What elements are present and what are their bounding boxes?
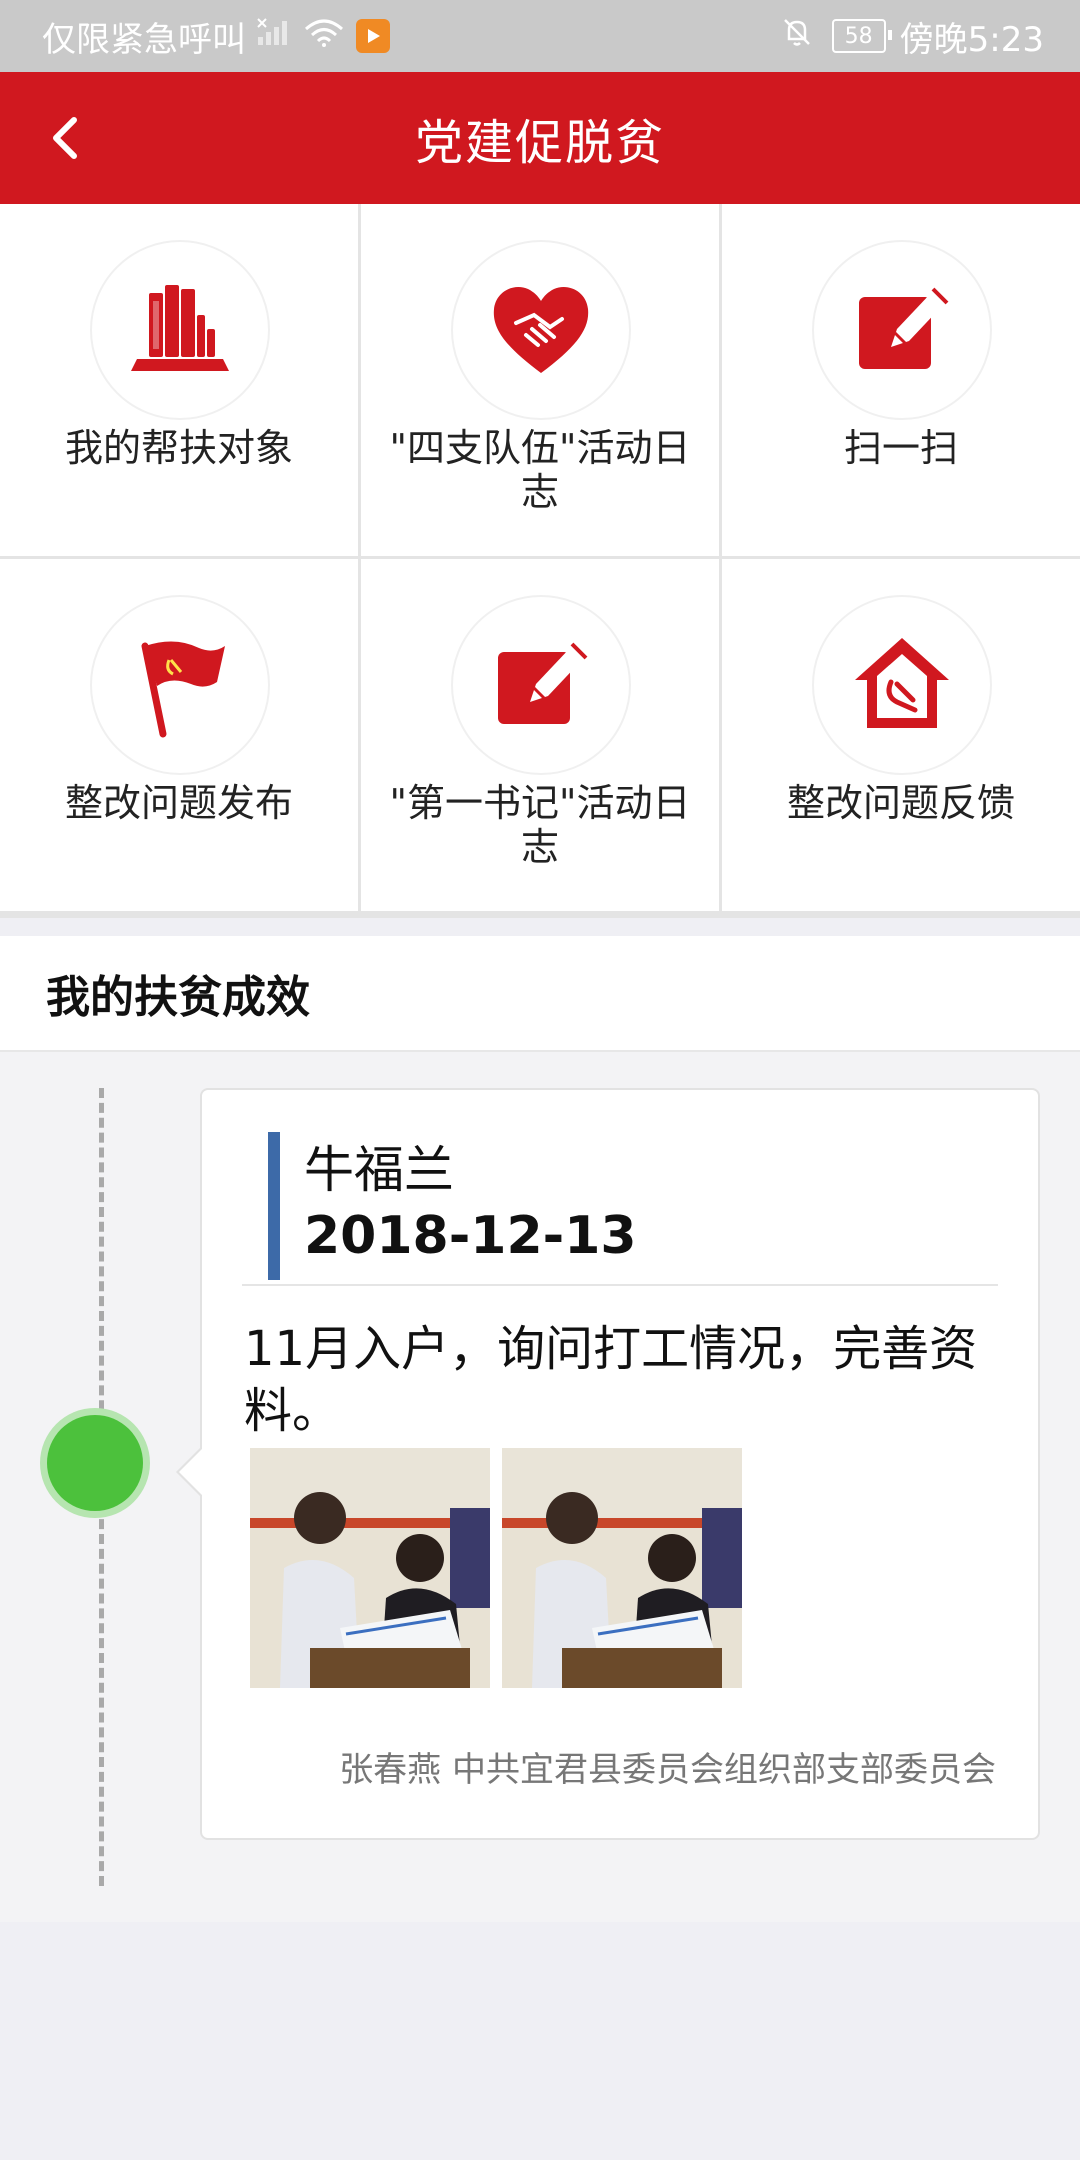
beneficiary-name: 牛福兰 bbox=[304, 1141, 454, 1199]
carrier-text: 仅限紧急呼叫 bbox=[42, 19, 246, 60]
app-bar: 党建促脱贫 bbox=[0, 72, 1080, 204]
photo-thumbnail[interactable] bbox=[502, 1448, 742, 1688]
timeline-dot-inner bbox=[47, 1415, 143, 1511]
mute-icon bbox=[780, 15, 814, 58]
timeline: 牛福兰 2018-12-13 11月入户，询问打工情况，完善资料。 张春燕 中共… bbox=[0, 1052, 1080, 1922]
app-notification-icon bbox=[356, 19, 390, 53]
grid-item-rectification-publish[interactable]: 整改问题发布 bbox=[0, 559, 358, 911]
grid-item-label: 整改问题反馈 bbox=[786, 781, 1015, 825]
grid-item-rectification-feedback[interactable]: 整改问题反馈 bbox=[722, 559, 1080, 911]
timeline-card[interactable]: 牛福兰 2018-12-13 11月入户，询问打工情况，完善资料。 张春燕 中共… bbox=[176, 1088, 1040, 1840]
card-divider bbox=[242, 1284, 998, 1286]
section-title: 我的扶贫成效 bbox=[46, 972, 310, 1023]
heart-handshake-icon bbox=[451, 240, 631, 420]
edit-icon bbox=[451, 595, 631, 775]
grid-item-scan[interactable]: 扫一扫 bbox=[722, 204, 1080, 556]
grid-item-first-secretary-log[interactable]: "第一书记"活动日志 bbox=[361, 559, 719, 911]
clock: 傍晚5:23 bbox=[899, 19, 1044, 60]
function-grid: 我的帮扶对象 "四支队伍"活动日志 扫一扫 整改问题发布 "第一书记"活动日志 … bbox=[0, 204, 1080, 918]
grid-item-help-targets[interactable]: 我的帮扶对象 bbox=[0, 204, 358, 556]
signal-icon bbox=[256, 16, 292, 56]
entry-description: 11月入户，询问打工情况，完善资料。 bbox=[244, 1321, 978, 1439]
status-left: 仅限紧急呼叫 bbox=[42, 0, 390, 72]
photo-thumbnail[interactable] bbox=[250, 1448, 490, 1688]
timeline-dot bbox=[40, 1408, 150, 1518]
grid-item-label: "第一书记"活动日志 bbox=[389, 781, 691, 869]
party-house-icon bbox=[812, 595, 992, 775]
party-flag-icon bbox=[90, 595, 270, 775]
status-right: 58 傍晚5:23 bbox=[780, 0, 1044, 72]
entry-date: 2018-12-13 bbox=[304, 1206, 637, 1266]
grid-item-label: 我的帮扶对象 bbox=[64, 426, 293, 470]
battery-level: 58 bbox=[844, 23, 873, 49]
status-bar: 仅限紧急呼叫 58 傍晚5:23 bbox=[0, 0, 1080, 72]
grid-item-label: 整改问题发布 bbox=[64, 781, 293, 825]
photo-list bbox=[250, 1448, 742, 1688]
card-accent-bar bbox=[268, 1132, 280, 1280]
section-header: 我的扶贫成效 bbox=[0, 936, 1080, 1052]
edit-icon bbox=[812, 240, 992, 420]
entry-author: 张春燕 中共宜君县委员会组织部支部委员会 bbox=[339, 1750, 996, 1790]
card-pointer-fill bbox=[179, 1448, 203, 1496]
grid-item-four-teams-log[interactable]: "四支队伍"活动日志 bbox=[361, 204, 719, 556]
grid-item-label: 扫一扫 bbox=[843, 426, 958, 470]
books-icon bbox=[90, 240, 270, 420]
page-title: 党建促脱贫 bbox=[414, 115, 665, 171]
battery-icon: 58 bbox=[831, 19, 892, 53]
grid-item-label: "四支队伍"活动日志 bbox=[389, 426, 691, 514]
wifi-icon bbox=[302, 16, 346, 56]
